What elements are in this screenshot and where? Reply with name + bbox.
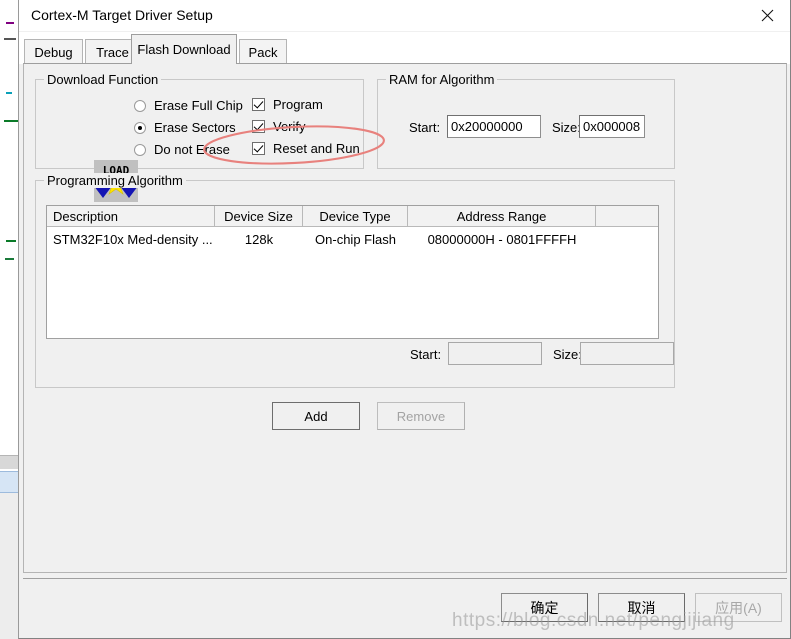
tab-debug[interactable]: Debug (24, 39, 83, 64)
radio-do-not-erase[interactable]: Do not Erase (134, 142, 230, 157)
bg-code-fragment (4, 38, 16, 40)
checkbox-label: Reset and Run (273, 141, 360, 156)
radio-label: Erase Sectors (154, 120, 236, 135)
column-header-device-type[interactable]: Device Type (303, 206, 408, 227)
ok-button-label: 确定 (530, 599, 559, 616)
bg-code-fragment (4, 120, 18, 122)
radio-erase-sectors[interactable]: Erase Sectors (134, 120, 236, 135)
remove-button[interactable]: Remove (377, 402, 465, 430)
algo-start-input[interactable] (448, 342, 542, 365)
tab-label: Flash Download (137, 42, 231, 57)
bg-code-fragment (6, 22, 14, 24)
window-title: Cortex-M Target Driver Setup (31, 7, 213, 23)
checkbox-program[interactable]: Program (252, 97, 323, 112)
add-button-label: Add (304, 408, 328, 424)
cell-device-type: On-chip Flash (315, 232, 396, 247)
checkbox-reset-and-run[interactable]: Reset and Run (252, 141, 360, 156)
algo-start-label: Start: (410, 347, 442, 362)
algo-size-input[interactable] (580, 342, 674, 365)
radio-erase-full-chip[interactable]: Erase Full Chip (134, 98, 243, 113)
table-header-row: Description Device Size Device Type Addr… (47, 206, 658, 227)
cell-description: STM32F10x Med-density ... (53, 232, 213, 247)
ram-start-input[interactable]: 0x20000000 (447, 115, 541, 138)
checkbox-verify[interactable]: Verify (252, 119, 306, 134)
cancel-button-label: 取消 (627, 599, 656, 616)
titlebar: Cortex-M Target Driver Setup (19, 0, 790, 31)
radio-mark (134, 143, 146, 156)
column-header-description[interactable]: Description (47, 206, 215, 227)
close-icon[interactable] (744, 0, 790, 31)
cell-device-size: 128k (244, 232, 274, 247)
tabstrip: Debug Trace Flash Download Pack (19, 32, 790, 64)
ram-size-label: Size: (552, 120, 581, 135)
ok-button[interactable]: 确定 (501, 593, 588, 622)
column-header-device-size[interactable]: Device Size (215, 206, 303, 227)
apply-button[interactable]: 应用(A) (695, 593, 782, 622)
download-function-legend: Download Function (44, 72, 162, 87)
bg-code-fragment (6, 240, 16, 242)
footer-divider (23, 578, 787, 579)
check-mark (252, 98, 265, 111)
cell-address-range: 08000000H - 0801FFFFH (427, 232, 577, 247)
column-header-blank[interactable] (596, 206, 658, 227)
tab-label: Pack (248, 44, 278, 60)
bg-code-fragment (5, 258, 14, 260)
cancel-button[interactable]: 取消 (598, 593, 685, 622)
programming-algorithm-legend: Programming Algorithm (44, 173, 186, 188)
tab-flash-download[interactable]: Flash Download (131, 34, 237, 64)
table-row[interactable]: STM32F10x Med-density ... 128k On-chip F… (47, 230, 658, 249)
apply-button-label: 应用(A) (715, 599, 762, 616)
programming-algorithm-table[interactable]: Description Device Size Device Type Addr… (46, 205, 659, 339)
tab-label: Debug (34, 44, 73, 60)
column-header-address-range[interactable]: Address Range (408, 206, 596, 227)
algo-size-label: Size: (553, 347, 582, 362)
target-driver-setup-dialog: Cortex-M Target Driver Setup Debug Trace… (18, 0, 791, 639)
remove-button-label: Remove (396, 408, 446, 424)
ram-for-algorithm-legend: RAM for Algorithm (386, 72, 498, 87)
radio-mark (134, 121, 146, 134)
tab-content-flash-download: Download Function LOAD Erase Full Chip E… (23, 63, 787, 573)
radio-label: Do not Erase (154, 142, 230, 157)
bg-code-fragment (6, 92, 12, 94)
tab-pack[interactable]: Pack (239, 39, 287, 64)
add-button[interactable]: Add (272, 402, 360, 430)
ram-start-label: Start: (409, 120, 441, 135)
checkbox-label: Verify (273, 119, 306, 134)
check-mark (252, 142, 265, 155)
programming-algorithm-group: Programming Algorithm Description Device… (35, 173, 675, 388)
ram-size-input[interactable]: 0x000008 (579, 115, 645, 138)
check-mark (252, 120, 265, 133)
checkbox-label: Program (273, 97, 323, 112)
radio-label: Erase Full Chip (154, 98, 243, 113)
radio-mark (134, 99, 146, 112)
tab-label: Trace (96, 44, 129, 60)
